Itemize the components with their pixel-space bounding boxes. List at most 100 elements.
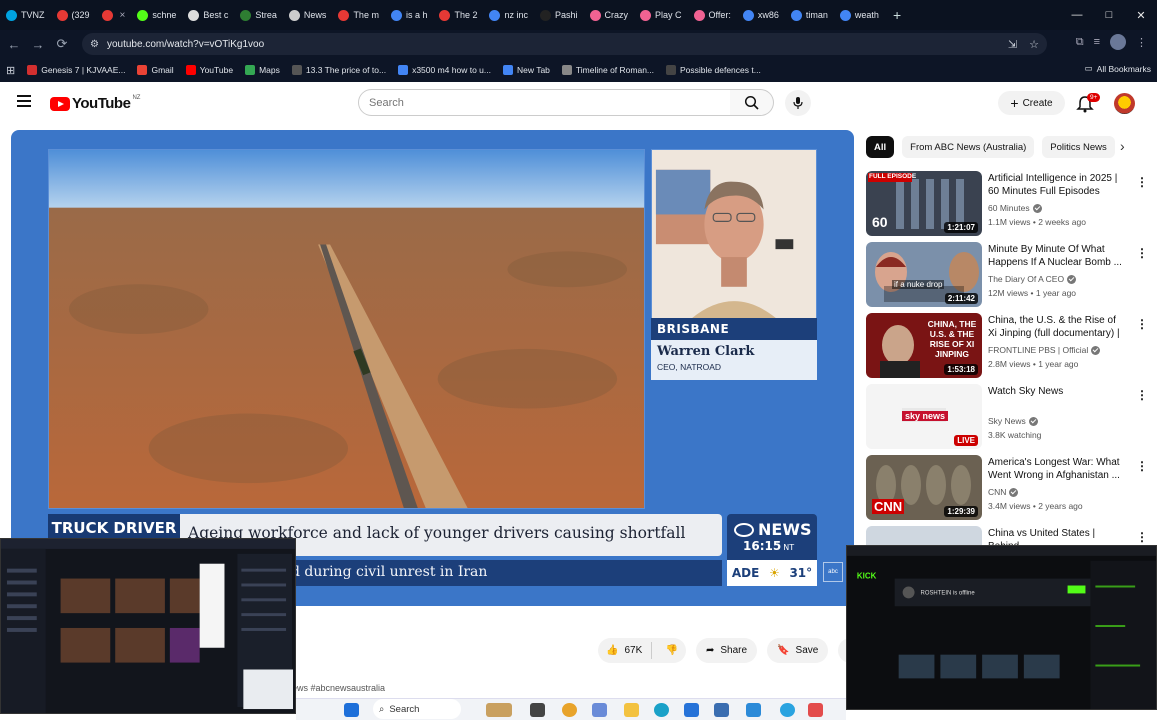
recommended-video[interactable]: sky news LIVE Watch Sky News Sky News 3.8K w…	[866, 384, 1148, 450]
video-thumbnail[interactable]: sky news LIVE	[866, 384, 982, 449]
save-button[interactable]: 🔖 Save	[767, 638, 829, 663]
reload-icon[interactable]: ⟳	[50, 36, 74, 52]
forward-icon[interactable]: →	[26, 37, 50, 52]
recommended-video[interactable]: CNN 1:29:39 America's Longest War: What We…	[866, 455, 1148, 521]
filter-chip[interactable]: Politics News	[1042, 136, 1115, 158]
video-menu-icon[interactable]: ⋮	[1136, 530, 1148, 544]
video-thumbnail[interactable]: if a nuke drop 2:11:42	[866, 242, 982, 307]
video-thumbnail[interactable]: CHINA, THE U.S. & THE RISE OF XI JINPING…	[866, 313, 982, 378]
channel-name[interactable]: The Diary Of A CEO	[988, 274, 1077, 284]
kick-stream-window[interactable]: KICK ROSHTEIN is offline	[846, 545, 1157, 710]
channel-name[interactable]: CNN	[988, 487, 1019, 497]
browser-tab[interactable]: weath	[834, 0, 885, 30]
bookmark-item[interactable]: 13.3 The price of to...	[286, 65, 392, 75]
description-hashtags[interactable]: ews #abcnewsaustralia	[292, 683, 385, 693]
filter-chip[interactable]: From ABC News (Australia)	[902, 136, 1035, 158]
bookmark-item[interactable]: Possible defences t...	[660, 65, 767, 75]
bookmark-item[interactable]: New Tab	[497, 65, 556, 75]
site-info-icon[interactable]: ⚙	[90, 39, 99, 50]
channel-name[interactable]: Sky News	[988, 416, 1038, 426]
browser-tab[interactable]: Offer:	[688, 0, 737, 30]
chevron-right-icon[interactable]: ›	[1120, 138, 1125, 154]
browser-tab[interactable]: schne	[131, 0, 182, 30]
video-menu-icon[interactable]: ⋮	[1136, 459, 1148, 473]
back-icon[interactable]: ←	[2, 37, 26, 52]
bookmark-item[interactable]: Timeline of Roman...	[556, 65, 660, 75]
user-avatar[interactable]	[1114, 93, 1135, 114]
video-menu-icon[interactable]: ⋮	[1136, 388, 1148, 402]
bookmark-item[interactable]: x3500 m4 how to u...	[392, 65, 497, 75]
maximize-button[interactable]: □	[1093, 9, 1125, 21]
browser-tab[interactable]: Best c	[182, 0, 234, 30]
video-title[interactable]: China, the U.S. & the Rise of Xi Jinping…	[988, 314, 1124, 341]
file-explorer-icon[interactable]	[624, 703, 639, 717]
like-button[interactable]: 👍 67K	[598, 642, 653, 659]
voice-search-button[interactable]	[785, 90, 811, 116]
browser-tab[interactable]: The 2	[433, 0, 483, 30]
install-icon[interactable]: ⇲	[1008, 38, 1017, 51]
app-icon[interactable]	[592, 703, 607, 717]
browser-menu-icon[interactable]: ⋮	[1136, 36, 1147, 49]
new-tab-button[interactable]: +	[885, 7, 909, 23]
recommended-video[interactable]: 60 FULL EPISODE 1:21:07 Artificial Intellig…	[866, 171, 1148, 237]
telegram-icon[interactable]	[780, 703, 795, 717]
video-title[interactable]: Minute By Minute Of What Happens If A Nu…	[988, 243, 1124, 269]
apps-grid-icon[interactable]: ⊞	[6, 64, 15, 77]
video-menu-icon[interactable]: ⋮	[1136, 317, 1148, 331]
youtube-logo[interactable]: YouTube NZ	[50, 95, 140, 112]
browser-tab[interactable]: News	[283, 0, 333, 30]
menu-lines-icon[interactable]: ≡	[1094, 36, 1100, 48]
dislike-button[interactable]: 👎	[658, 645, 686, 656]
create-button[interactable]: + Create	[998, 91, 1065, 115]
video-player[interactable]: BRISBANE Warren Clark CEO, NATROAD TRUCK…	[11, 130, 854, 606]
minimize-button[interactable]: —	[1061, 9, 1093, 21]
browser-tab[interactable]: (329	[51, 0, 96, 30]
video-menu-icon[interactable]: ⋮	[1136, 246, 1148, 260]
browser-tab[interactable]: The m	[332, 0, 385, 30]
video-thumbnail[interactable]: CNN 1:29:39	[866, 455, 982, 520]
store-icon[interactable]	[746, 703, 761, 717]
browser-tab[interactable]: xw86	[737, 0, 785, 30]
taskbar-search[interactable]: ⌕ Search	[373, 699, 461, 719]
browser-tab[interactable]: Play C	[634, 0, 688, 30]
browser-tab[interactable]: is a h	[385, 0, 434, 30]
share-button[interactable]: ➦ Share	[696, 638, 758, 663]
casino-app-window[interactable]	[0, 538, 296, 714]
close-window-button[interactable]: ✕	[1125, 9, 1157, 22]
filter-chip[interactable]: All	[866, 136, 895, 158]
widgets-icon[interactable]	[486, 703, 512, 717]
chrome-icon[interactable]	[562, 703, 577, 717]
video-title[interactable]: Artificial Intelligence in 2025 | 60 Min…	[988, 172, 1124, 198]
search-button[interactable]	[730, 89, 774, 116]
mail-icon[interactable]	[684, 703, 699, 717]
video-title[interactable]: America's Longest War: What Went Wrong i…	[988, 456, 1124, 482]
profile-avatar[interactable]	[1110, 34, 1126, 50]
browser-tab[interactable]: Strea	[234, 0, 283, 30]
task-view-icon[interactable]	[530, 703, 545, 717]
all-bookmarks-button[interactable]: ▭ All Bookmarks	[1085, 63, 1151, 74]
browser-tab[interactable]: nz inc	[483, 0, 534, 30]
bookmark-item[interactable]: Gmail	[131, 65, 179, 75]
search-input[interactable]	[369, 96, 699, 109]
browser-tab[interactable]: TVNZ	[0, 0, 51, 30]
recommended-video[interactable]: CHINA, THE U.S. & THE RISE OF XI JINPING…	[866, 313, 1148, 379]
menu-icon[interactable]	[17, 95, 31, 110]
bookmark-item[interactable]: Genesis 7 | KJVAAE...	[21, 65, 131, 75]
browser-tab[interactable]: Pashi	[534, 0, 584, 30]
bookmark-item[interactable]: Maps	[239, 65, 286, 75]
omnibox[interactable]: ⚙ youtube.com/watch?v=vOTiKg1voo ⇲ ☆	[82, 33, 1047, 55]
video-menu-icon[interactable]: ⋮	[1136, 175, 1148, 189]
video-thumbnail[interactable]: 60 FULL EPISODE 1:21:07	[866, 171, 982, 236]
browser-tab[interactable]: timan	[785, 0, 834, 30]
recommended-video[interactable]: if a nuke drop 2:11:42 Minute By Minute Of…	[866, 242, 1148, 308]
browser-tab[interactable]: Crazy	[584, 0, 635, 30]
edge-icon[interactable]	[654, 703, 669, 717]
bookmark-star-icon[interactable]: ☆	[1029, 38, 1039, 51]
browser-tab[interactable]: ×	[96, 0, 132, 30]
calculator-icon[interactable]	[714, 703, 729, 717]
active-app-icon[interactable]	[808, 703, 823, 717]
channel-name[interactable]: FRONTLINE PBS | Official	[988, 345, 1101, 355]
bookmark-item[interactable]: YouTube	[180, 65, 239, 75]
tab-close-icon[interactable]: ×	[120, 10, 126, 21]
extensions-icon[interactable]: ⧉	[1076, 36, 1084, 49]
